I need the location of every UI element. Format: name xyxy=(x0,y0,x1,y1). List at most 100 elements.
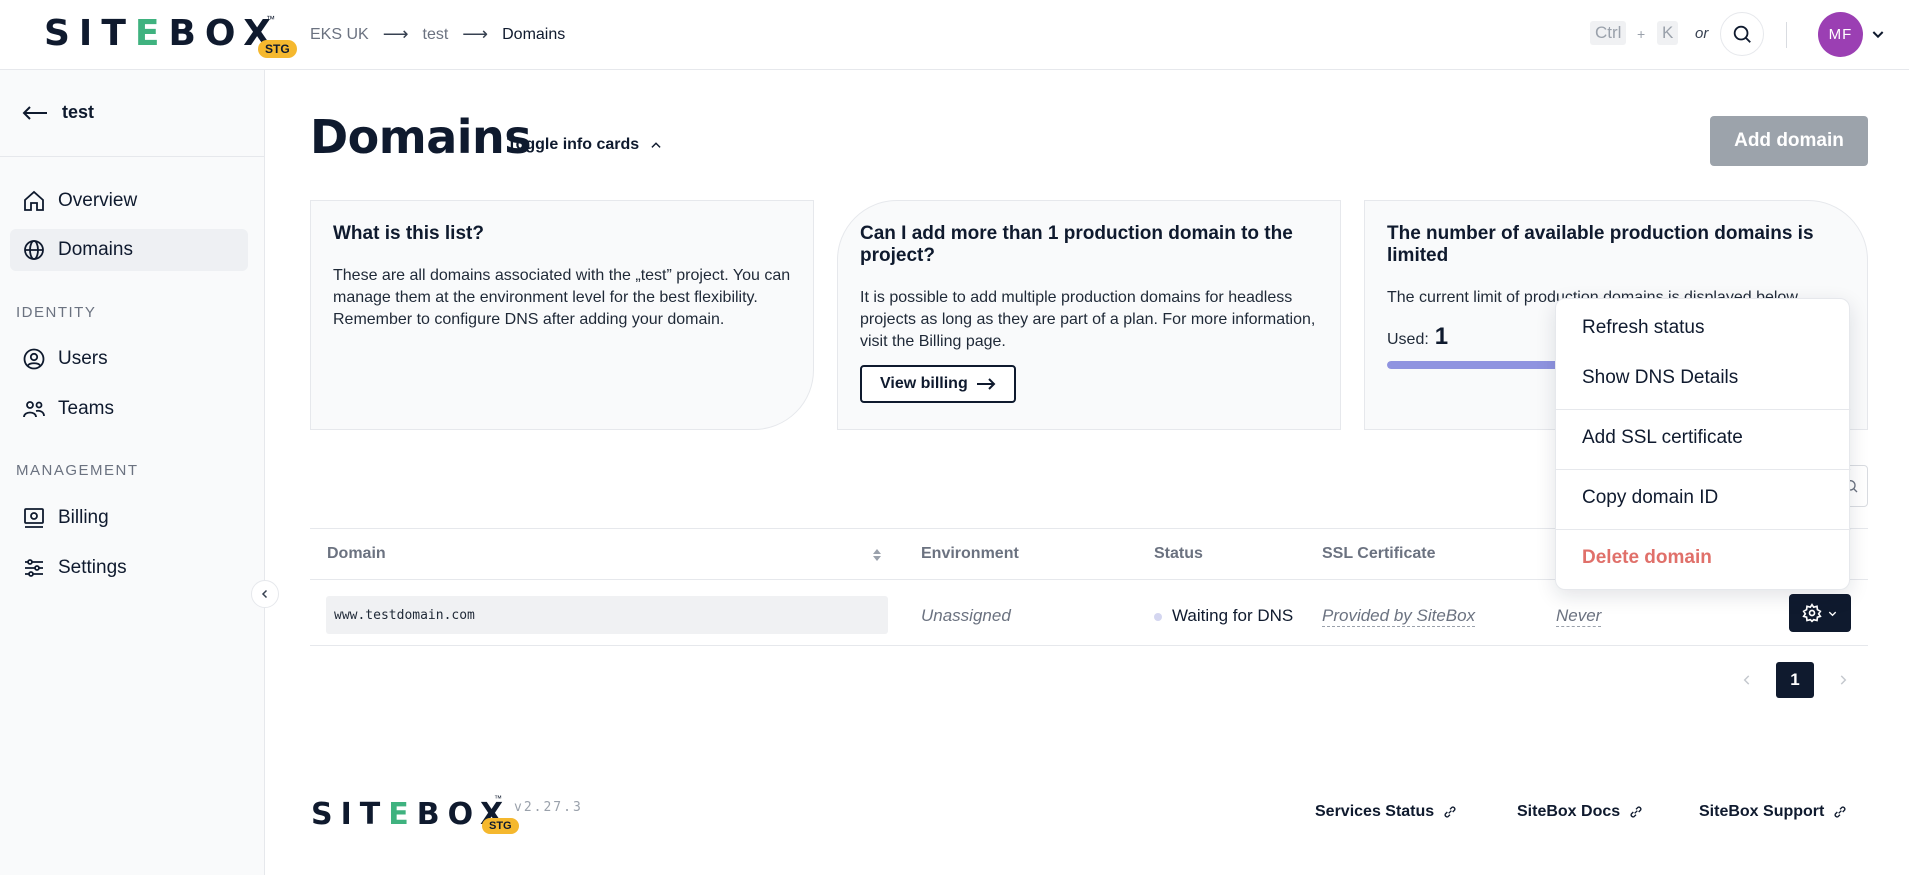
sidebar: test Overview Domains IDENTITY Users Tea… xyxy=(0,70,279,875)
sidebar-item-domains[interactable]: Domains xyxy=(10,229,248,271)
sidebar-collapse-button[interactable] xyxy=(251,580,279,608)
gear-icon xyxy=(1802,603,1822,623)
shortcut-or: or xyxy=(1695,25,1709,42)
stg-badge: STG xyxy=(258,40,297,58)
menu-separator xyxy=(1556,529,1851,530)
chevron-left-icon xyxy=(261,589,268,599)
pagination: 1 xyxy=(1740,662,1850,698)
menu-item-show-dns-details[interactable]: Show DNS Details xyxy=(1582,367,1738,389)
add-domain-button[interactable]: Add domain xyxy=(1710,116,1868,166)
sitebox-logo[interactable]: SITEBOX ™ STG xyxy=(44,13,297,58)
info-card-multiple-domains: Can I add more than 1 production domain … xyxy=(837,200,1341,430)
ssl-cell: Provided by SiteBox xyxy=(1322,606,1476,627)
footer-logo-text: SITEBOX xyxy=(311,797,512,832)
sitebox-support-link[interactable]: SiteBox Support xyxy=(1699,803,1848,821)
header-divider xyxy=(1786,22,1787,48)
shortcut-plus: + xyxy=(1637,26,1646,42)
avatar[interactable]: MF xyxy=(1818,12,1863,57)
sidebar-item-teams[interactable]: Teams xyxy=(10,388,248,430)
row-actions-button[interactable] xyxy=(1789,594,1851,632)
column-header-environment: Environment xyxy=(921,545,1019,562)
status-cell: Waiting for DNS xyxy=(1172,606,1294,625)
home-icon xyxy=(24,190,44,211)
sidebar-item-label: Billing xyxy=(58,507,109,528)
sort-icon[interactable] xyxy=(872,547,882,563)
billing-icon xyxy=(24,508,44,528)
team-icon xyxy=(23,401,45,418)
card-body: These are all domains associated with th… xyxy=(333,267,791,328)
card-title: The number of available production domai… xyxy=(1387,223,1814,266)
sidebar-item-settings[interactable]: Settings xyxy=(10,547,248,589)
sidebar-section-management: MANAGEMENT xyxy=(16,462,139,479)
used-label: Used: xyxy=(1387,331,1429,348)
menu-item-refresh-status[interactable]: Refresh status xyxy=(1582,317,1705,339)
used-value: 1 xyxy=(1434,323,1449,350)
footer-link-label: Services Status xyxy=(1315,803,1435,820)
status-dot xyxy=(1154,613,1162,621)
shortcut-key-ctrl: Ctrl xyxy=(1590,21,1627,45)
services-status-link[interactable]: Services Status xyxy=(1315,803,1458,821)
sidebar-item-users[interactable]: Users xyxy=(10,338,248,380)
footer-trademark: ™ xyxy=(494,794,502,803)
domain-name-cell[interactable]: www.testdomain.com xyxy=(326,596,888,634)
external-link-icon xyxy=(1834,806,1846,818)
settings-icon xyxy=(25,559,43,577)
sidebar-item-label: Domains xyxy=(58,239,133,260)
toggle-info-label: Toggle info cards xyxy=(507,136,640,153)
arrow-right-icon xyxy=(976,378,996,390)
breadcrumb-arrow-icon: ⟶ xyxy=(382,24,409,44)
external-link-icon xyxy=(1630,806,1642,818)
card-body: It is possible to add multiple productio… xyxy=(860,289,1316,350)
chevron-up-icon xyxy=(651,142,661,148)
row-actions-menu: Refresh status Show DNS Details Add SSL … xyxy=(1555,298,1851,590)
search-icon xyxy=(1733,25,1751,43)
next-page-icon[interactable] xyxy=(1836,673,1850,687)
column-header-domain[interactable]: Domain xyxy=(327,545,386,563)
sidebar-item-label: Settings xyxy=(58,557,127,578)
footer-stg-badge: STG xyxy=(482,818,519,834)
menu-item-add-ssl[interactable]: Add SSL certificate xyxy=(1582,427,1743,449)
prev-page-icon[interactable] xyxy=(1740,673,1754,687)
sidebar-item-label: Teams xyxy=(58,398,114,419)
breadcrumb-item-domains: Domains xyxy=(502,25,566,43)
sidebar-section-identity: IDENTITY xyxy=(16,304,97,321)
view-billing-button[interactable]: View billing xyxy=(860,365,1016,403)
breadcrumb: EKS UK ⟶ test ⟶ Domains xyxy=(310,24,565,45)
chevron-down-icon xyxy=(1828,611,1837,616)
view-billing-label: View billing xyxy=(880,375,968,392)
info-card-what-is-list: What is this list? These are all domains… xyxy=(310,200,814,430)
last-check-cell: Never xyxy=(1556,606,1602,627)
toggle-info-cards-button[interactable]: Toggle info cards xyxy=(507,136,663,154)
logo-trademark: ™ xyxy=(266,14,275,24)
user-icon xyxy=(23,348,45,370)
page-number-current[interactable]: 1 xyxy=(1776,662,1814,698)
column-header-status: Status xyxy=(1154,545,1203,562)
menu-item-copy-domain-id[interactable]: Copy domain ID xyxy=(1582,487,1718,509)
page-title: Domains xyxy=(310,110,532,164)
sidebar-item-billing[interactable]: Billing xyxy=(10,497,248,539)
back-to-project[interactable]: test xyxy=(22,102,94,123)
menu-item-delete-domain[interactable]: Delete domain xyxy=(1582,547,1712,569)
card-title: What is this list? xyxy=(333,223,484,244)
arrow-left-icon xyxy=(22,105,47,120)
breadcrumb-item-test[interactable]: test xyxy=(423,26,449,44)
column-header-ssl: SSL Certificate xyxy=(1322,545,1436,562)
sidebar-item-label: Users xyxy=(58,348,108,369)
sitebox-docs-link[interactable]: SiteBox Docs xyxy=(1517,803,1644,821)
footer-logo: SITEBOX xyxy=(311,797,511,833)
globe-icon xyxy=(24,240,44,260)
footer-link-label: SiteBox Support xyxy=(1699,803,1825,820)
menu-separator xyxy=(1556,409,1851,410)
chevron-down-icon[interactable] xyxy=(1870,26,1886,42)
breadcrumb-arrow-icon: ⟶ xyxy=(462,24,489,44)
top-bar: SITEBOX ™ STG EKS UK ⟶ test ⟶ Domains Ct… xyxy=(0,0,1909,70)
sidebar-item-overview[interactable]: Overview xyxy=(10,180,248,222)
breadcrumb-item-eks-uk[interactable]: EKS UK xyxy=(310,26,369,44)
external-link-icon xyxy=(1444,806,1456,818)
menu-separator xyxy=(1556,469,1851,470)
sidebar-item-label: Overview xyxy=(58,190,138,211)
environment-cell: Unassigned xyxy=(921,606,1011,625)
logo-text: SITEBOX xyxy=(44,13,280,54)
back-label: test xyxy=(62,102,95,122)
search-button[interactable] xyxy=(1720,12,1764,56)
